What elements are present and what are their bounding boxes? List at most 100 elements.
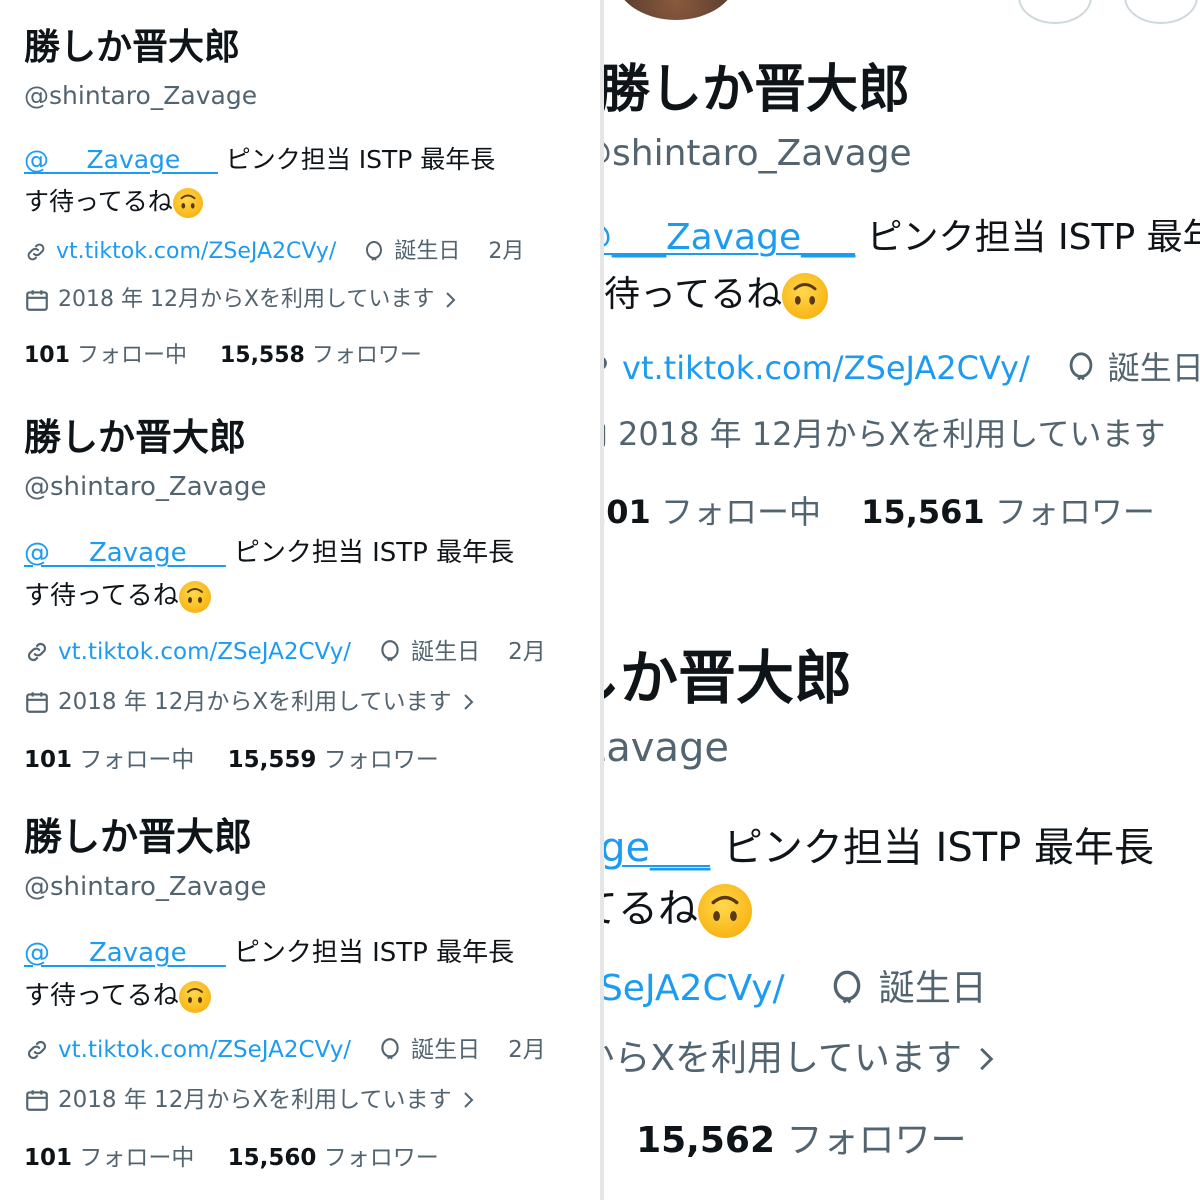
bio-mention-link[interactable]: @___Zavage___ (24, 538, 226, 568)
following-count: 101 (604, 493, 651, 531)
avatar[interactable] (614, 0, 738, 20)
upside-down-face-emoji (698, 884, 752, 938)
chevron-right-icon[interactable] (460, 1089, 478, 1111)
link-icon (27, 642, 47, 662)
profile-website-link[interactable]: vt.tiktok.com/ZSeJA2CVy/ (56, 232, 336, 272)
profile-name: 勝しか晋大郎 (24, 416, 246, 459)
followers-link[interactable]: 15,559 フォロワー (228, 747, 439, 773)
followers-count: 15,560 (227, 1145, 317, 1171)
profile-website-link[interactable]: vt.tiktok.com/ZSeJA2CVy/ (604, 958, 785, 1020)
profile-website-link[interactable]: vt.tiktok.com/ZSeJA2CVy/ (58, 631, 351, 673)
birthday-value: 2月 (488, 239, 525, 264)
calendar-icon (26, 290, 48, 311)
followers-count: 15,562 (636, 1120, 775, 1161)
profile-name: 勝しか晋大郎 (604, 60, 911, 120)
chevron-right-icon[interactable] (460, 691, 478, 713)
profile-handle: @shintaro_Zavage (604, 725, 729, 771)
collage-divider (600, 0, 604, 1200)
following-label: フォロー中 (79, 1145, 195, 1171)
profile-snapshot-2: 勝しか晋大郎 @shintaro_Zavage @___Zavage___ ピン… (0, 395, 600, 795)
following-link[interactable]: 101 フォロー中 (24, 1145, 194, 1171)
bio-text-line2: す待ってるね (24, 581, 179, 611)
following-link[interactable]: 101 フォロー中 (24, 343, 187, 368)
profile-snapshot-5: 勝しか晋大郎 @shintaro_Zavage @___Zavage___ ピン… (604, 600, 1200, 1200)
following-count: 101 (24, 1145, 73, 1171)
balloon-icon (1069, 352, 1093, 381)
following-link[interactable]: 101 フォロー中 (24, 747, 194, 773)
bio-mention-link[interactable]: @___Zavage___ (24, 938, 226, 968)
profile-handle: @shintaro_Zavage (24, 472, 267, 502)
bio-text: ピンク担当 ISTP 最年長 (233, 938, 515, 968)
profile-name: 勝しか晋大郎 (24, 27, 241, 68)
bio-text-line2: す待ってるね (24, 187, 173, 216)
bio-text: ピンク担当 ISTP 最年長 (722, 825, 1154, 871)
action-button[interactable] (1018, 0, 1092, 24)
following-label: フォロー中 (660, 493, 821, 531)
profile-bio: @___Zavage___ ピンク担当 ISTP 最年長 (24, 531, 546, 575)
following-label: フォロー中 (79, 747, 195, 773)
followers-count: 15,559 (227, 747, 317, 773)
profile-website-link[interactable]: vt.tiktok.com/ZSeJA2CVy/ (622, 340, 1030, 396)
birthday-label: 誕生日 (1107, 349, 1200, 387)
profile-website-link[interactable]: vt.tiktok.com/ZSeJA2CVy/ (58, 1029, 351, 1071)
profile-name: 勝しか晋大郎 (24, 815, 253, 859)
upside-down-face-emoji (172, 188, 203, 218)
profile-handle: @shintaro_Zavage (604, 133, 912, 174)
profile-handle: @shintaro_Zavage (24, 872, 267, 902)
profile-snapshot-3: 勝しか晋大郎 @shintaro_Zavage @___Zavage___ ピン… (0, 795, 600, 1200)
birthday-label: 誕生日 (394, 239, 461, 264)
joined-date: 2018 年 12月からXを利用しています (58, 1087, 452, 1113)
action-button[interactable] (1124, 0, 1198, 24)
followers-label: フォロワー (994, 493, 1155, 531)
following-label: フォロー中 (76, 343, 187, 368)
following-count: 101 (24, 747, 73, 773)
link-icon (27, 243, 45, 261)
balloon-icon (833, 970, 861, 1004)
upside-down-face-emoji (782, 273, 829, 319)
bio-text-line2: す待ってるね (604, 886, 698, 932)
bio-mention-link[interactable]: @___Zavage___ (604, 825, 710, 871)
joined-date: 2018 年 12月からXを利用しています (58, 689, 452, 715)
profile-bio: @___Zavage___ ピンク担当 ISTP 最年長 (604, 818, 1154, 878)
joined-date: 2018 年 12月からXを利用しています (58, 287, 435, 312)
profile-bio: @___Zavage___ ピンク担当 ISTP 最年長 (604, 210, 1200, 266)
followers-label: フォロワー (323, 747, 439, 773)
followers-label: フォロワー (786, 1120, 967, 1161)
upside-down-face-emoji (178, 980, 211, 1013)
bio-text: ピンク担当 ISTP 最年長 (866, 217, 1200, 258)
balloon-icon (381, 640, 399, 662)
followers-count: 15,561 (861, 493, 985, 531)
bio-text-line2: す待ってるね (604, 274, 783, 315)
profile-snapshot-1: 勝しか晋大郎 @shintaro_Zavage @___Zavage___ ピン… (0, 0, 600, 392)
birthday-value: 2月 (508, 639, 546, 665)
profile-bio: @___Zavage___ ピンク担当 ISTP 最年長 (24, 138, 524, 182)
followers-link[interactable]: 15,562 フォロワー (636, 1120, 966, 1161)
calendar-icon (26, 692, 48, 713)
followers-link[interactable]: 15,560 フォロワー (228, 1145, 439, 1171)
following-count: 101 (24, 343, 70, 368)
followers-link[interactable]: 15,558 フォロワー (220, 343, 422, 368)
joined-date: 2018 年 12月からXを利用しています (604, 1038, 962, 1079)
profile-name: 勝しか晋大郎 (604, 644, 853, 712)
calendar-icon (26, 1090, 48, 1111)
chevron-right-icon[interactable] (974, 1043, 1000, 1075)
balloon-icon (366, 241, 383, 261)
bio-mention-link[interactable]: @___Zavage___ (604, 217, 855, 258)
bio-mention-link[interactable]: @___Zavage___ (24, 145, 218, 174)
chevron-right-icon[interactable] (442, 289, 460, 311)
profile-handle: @shintaro_Zavage (24, 81, 258, 110)
balloon-icon (381, 1038, 399, 1060)
upside-down-face-emoji (178, 580, 211, 613)
followers-link[interactable]: 15,561 フォロワー (861, 493, 1155, 531)
birthday-label: 誕生日 (411, 639, 481, 665)
bio-text: ピンク担当 ISTP 最年長 (225, 145, 496, 174)
profile-snapshot-4: 勝しか晋大郎 @shintaro_Zavage @___Zavage___ ピン… (604, 0, 1200, 600)
birthday-value: 2月 (508, 1037, 546, 1063)
bio-text: ピンク担当 ISTP 最年長 (233, 538, 515, 568)
joined-date: 2018 年 12月からXを利用しています (618, 415, 1166, 453)
following-link[interactable]: 101 フォロー中 (604, 493, 821, 531)
profile-bio: @___Zavage___ ピンク担当 ISTP 最年長 (24, 931, 546, 975)
followers-label: フォロワー (311, 343, 422, 368)
calendar-icon (604, 424, 606, 447)
birthday-label: 誕生日 (411, 1037, 481, 1063)
